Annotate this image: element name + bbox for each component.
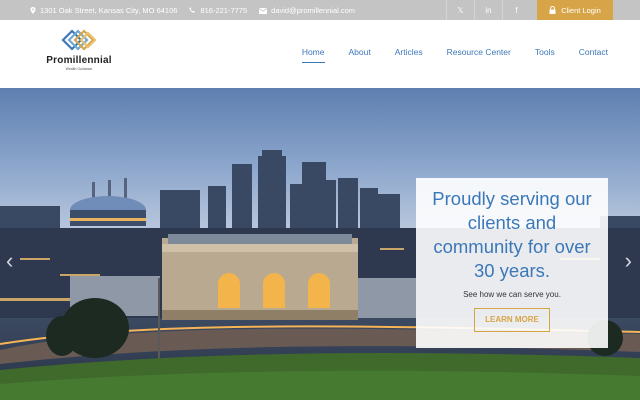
facebook-icon[interactable]: f	[502, 0, 530, 20]
hero-slider: ‹ › Proudly serving our clients and comm…	[0, 88, 640, 400]
social-links: 𝕏 in f	[446, 0, 530, 20]
main-nav: Home About Articles Resource Center Tool…	[278, 47, 608, 63]
client-login-button[interactable]: Client Login	[537, 0, 613, 20]
hero-subtext: See how we can serve you.	[463, 290, 561, 299]
client-login-label: Client Login	[561, 5, 601, 15]
nav-item-articles[interactable]: Articles	[395, 47, 423, 57]
nav-item-about[interactable]: About	[349, 47, 371, 57]
nav-item-home[interactable]: Home	[301, 47, 325, 63]
nav-item-resource-center[interactable]: Resource Center	[447, 47, 511, 57]
learn-more-button[interactable]: LEARN MORE	[474, 308, 550, 332]
top-utility-bar: 1301 Oak Street, Kansas City, MO 64106 8…	[0, 0, 640, 20]
site-header: Promillennial Wealth Guidance Home About…	[0, 20, 640, 88]
envelope-icon	[259, 7, 268, 14]
brand-logo[interactable]: Promillennial Wealth Guidance	[44, 26, 114, 82]
logo-mark-icon	[61, 29, 97, 51]
phone-text: 816-221-7775	[200, 6, 248, 15]
brand-name: Promillennial	[46, 55, 112, 66]
map-pin-icon	[30, 7, 36, 14]
phone-icon	[189, 7, 196, 13]
brand-tagline: Wealth Guidance	[65, 67, 93, 71]
email-item[interactable]: david@promillennial.com	[259, 6, 355, 15]
address-item: 1301 Oak Street, Kansas City, MO 64106	[30, 6, 177, 15]
lock-icon	[549, 6, 556, 14]
hero-headline: Proudly serving our clients and communit…	[432, 188, 592, 281]
phone-item[interactable]: 816-221-7775	[189, 6, 247, 15]
nav-item-contact[interactable]: Contact	[579, 47, 608, 57]
contact-info: 1301 Oak Street, Kansas City, MO 64106 8…	[30, 6, 355, 15]
nav-item-tools[interactable]: Tools	[535, 47, 555, 57]
email-text: david@promillennial.com	[271, 6, 356, 15]
address-text: 1301 Oak Street, Kansas City, MO 64106	[40, 6, 178, 15]
prev-slide-chevron-icon[interactable]: ‹	[6, 248, 13, 274]
twitter-x-icon[interactable]: 𝕏	[446, 0, 474, 20]
linkedin-icon[interactable]: in	[474, 0, 502, 20]
next-slide-chevron-icon[interactable]: ›	[625, 248, 632, 274]
hero-callout: Proudly serving our clients and communit…	[416, 178, 608, 348]
